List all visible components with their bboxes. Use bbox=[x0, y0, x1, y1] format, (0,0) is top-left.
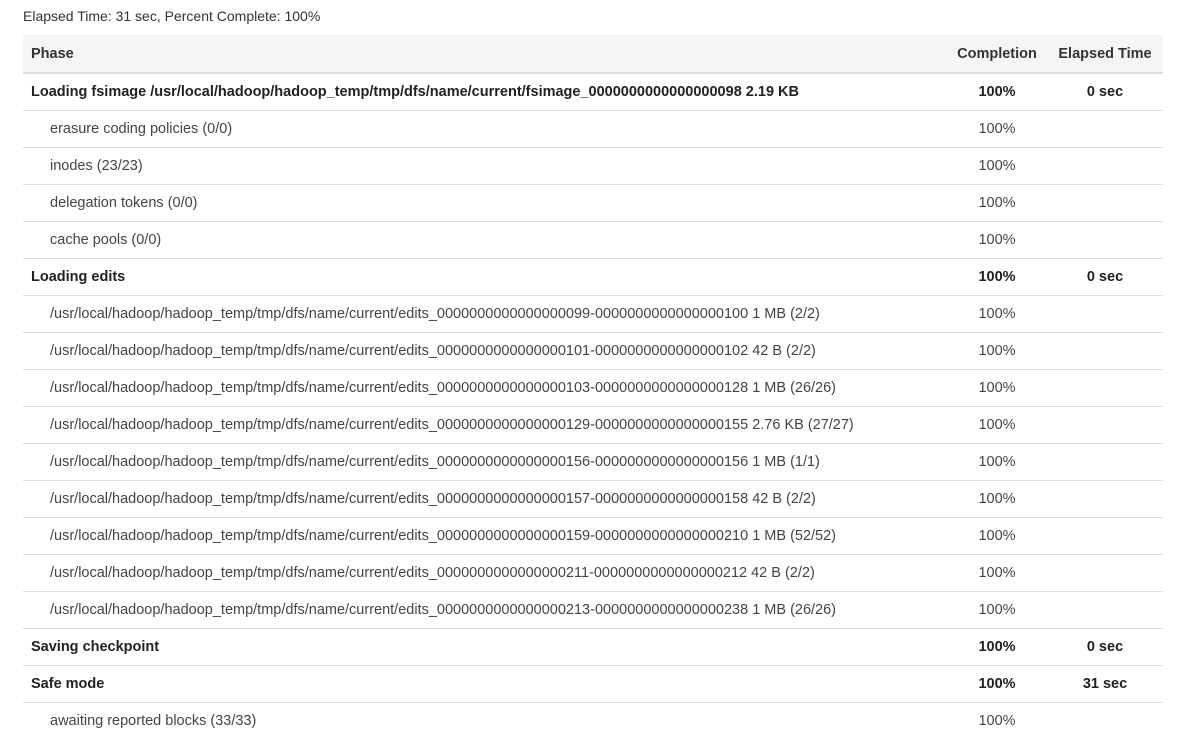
completion-value: 100% bbox=[947, 258, 1047, 296]
step-name: /usr/local/hadoop/hadoop_temp/tmp/dfs/na… bbox=[23, 480, 947, 518]
completion-value: 100% bbox=[947, 332, 1047, 370]
elapsed-time-value bbox=[1047, 702, 1163, 739]
step-name: cache pools (0/0) bbox=[23, 221, 947, 259]
step-name: /usr/local/hadoop/hadoop_temp/tmp/dfs/na… bbox=[23, 369, 947, 407]
step-row: inodes (23/23) 100% bbox=[23, 147, 1163, 185]
phase-name: Loading fsimage /usr/local/hadoop/hadoop… bbox=[23, 72, 947, 111]
table-header-row: Phase Completion Elapsed Time bbox=[23, 35, 1163, 74]
elapsed-time-value: 0 sec bbox=[1047, 258, 1163, 296]
elapsed-time-value bbox=[1047, 480, 1163, 518]
column-header-phase: Phase bbox=[23, 35, 947, 74]
completion-value: 100% bbox=[947, 517, 1047, 555]
step-row: /usr/local/hadoop/hadoop_temp/tmp/dfs/na… bbox=[23, 332, 1163, 370]
step-row: /usr/local/hadoop/hadoop_temp/tmp/dfs/na… bbox=[23, 369, 1163, 407]
elapsed-time-value: 0 sec bbox=[1047, 72, 1163, 111]
startup-progress-table: Phase Completion Elapsed Time Loading fs… bbox=[23, 35, 1163, 739]
elapsed-time-value bbox=[1047, 295, 1163, 333]
step-name: erasure coding policies (0/0) bbox=[23, 110, 947, 148]
phase-name: Saving checkpoint bbox=[23, 628, 947, 666]
elapsed-time-value bbox=[1047, 554, 1163, 592]
step-row: delegation tokens (0/0) 100% bbox=[23, 184, 1163, 222]
column-header-elapsed-time: Elapsed Time bbox=[1047, 35, 1163, 74]
step-name: /usr/local/hadoop/hadoop_temp/tmp/dfs/na… bbox=[23, 295, 947, 333]
phase-name: Safe mode bbox=[23, 665, 947, 703]
step-row: erasure coding policies (0/0) 100% bbox=[23, 110, 1163, 148]
step-name: /usr/local/hadoop/hadoop_temp/tmp/dfs/na… bbox=[23, 332, 947, 370]
completion-value: 100% bbox=[947, 591, 1047, 629]
step-row: /usr/local/hadoop/hadoop_temp/tmp/dfs/na… bbox=[23, 554, 1163, 592]
elapsed-time-value bbox=[1047, 110, 1163, 148]
step-name: inodes (23/23) bbox=[23, 147, 947, 185]
elapsed-time-value: 31 sec bbox=[1047, 665, 1163, 703]
completion-value: 100% bbox=[947, 110, 1047, 148]
phase-row: Loading edits 100% 0 sec bbox=[23, 258, 1163, 296]
elapsed-time-value bbox=[1047, 184, 1163, 222]
completion-value: 100% bbox=[947, 628, 1047, 666]
completion-value: 100% bbox=[947, 554, 1047, 592]
phase-name: Loading edits bbox=[23, 258, 947, 296]
phase-row: Saving checkpoint 100% 0 sec bbox=[23, 628, 1163, 666]
completion-value: 100% bbox=[947, 147, 1047, 185]
step-row: cache pools (0/0) 100% bbox=[23, 221, 1163, 259]
elapsed-time-value bbox=[1047, 406, 1163, 444]
elapsed-time-value bbox=[1047, 443, 1163, 481]
completion-value: 100% bbox=[947, 184, 1047, 222]
step-name: /usr/local/hadoop/hadoop_temp/tmp/dfs/na… bbox=[23, 554, 947, 592]
step-name: delegation tokens (0/0) bbox=[23, 184, 947, 222]
step-row: /usr/local/hadoop/hadoop_temp/tmp/dfs/na… bbox=[23, 443, 1163, 481]
elapsed-time-value: 0 sec bbox=[1047, 628, 1163, 666]
completion-value: 100% bbox=[947, 665, 1047, 703]
step-row: /usr/local/hadoop/hadoop_temp/tmp/dfs/na… bbox=[23, 406, 1163, 444]
step-name: /usr/local/hadoop/hadoop_temp/tmp/dfs/na… bbox=[23, 591, 947, 629]
table-body: Loading fsimage /usr/local/hadoop/hadoop… bbox=[23, 72, 1163, 739]
step-name: awaiting reported blocks (33/33) bbox=[23, 702, 947, 739]
step-row: /usr/local/hadoop/hadoop_temp/tmp/dfs/na… bbox=[23, 480, 1163, 518]
phase-row: Safe mode 100% 31 sec bbox=[23, 665, 1163, 703]
elapsed-time-value bbox=[1047, 591, 1163, 629]
elapsed-time-value bbox=[1047, 332, 1163, 370]
elapsed-time-value bbox=[1047, 369, 1163, 407]
step-row: /usr/local/hadoop/hadoop_temp/tmp/dfs/na… bbox=[23, 517, 1163, 555]
elapsed-time-value bbox=[1047, 517, 1163, 555]
phase-row: Loading fsimage /usr/local/hadoop/hadoop… bbox=[23, 72, 1163, 111]
column-header-completion: Completion bbox=[947, 35, 1047, 74]
step-row: /usr/local/hadoop/hadoop_temp/tmp/dfs/na… bbox=[23, 295, 1163, 333]
completion-value: 100% bbox=[947, 480, 1047, 518]
step-name: /usr/local/hadoop/hadoop_temp/tmp/dfs/na… bbox=[23, 443, 947, 481]
elapsed-summary: Elapsed Time: 31 sec, Percent Complete: … bbox=[23, 8, 321, 24]
completion-value: 100% bbox=[947, 72, 1047, 111]
completion-value: 100% bbox=[947, 221, 1047, 259]
step-row: awaiting reported blocks (33/33) 100% bbox=[23, 702, 1163, 739]
step-name: /usr/local/hadoop/hadoop_temp/tmp/dfs/na… bbox=[23, 517, 947, 555]
completion-value: 100% bbox=[947, 406, 1047, 444]
completion-value: 100% bbox=[947, 369, 1047, 407]
step-name: /usr/local/hadoop/hadoop_temp/tmp/dfs/na… bbox=[23, 406, 947, 444]
completion-value: 100% bbox=[947, 443, 1047, 481]
step-row: /usr/local/hadoop/hadoop_temp/tmp/dfs/na… bbox=[23, 591, 1163, 629]
elapsed-time-value bbox=[1047, 221, 1163, 259]
completion-value: 100% bbox=[947, 295, 1047, 333]
elapsed-time-value bbox=[1047, 147, 1163, 185]
completion-value: 100% bbox=[947, 702, 1047, 739]
